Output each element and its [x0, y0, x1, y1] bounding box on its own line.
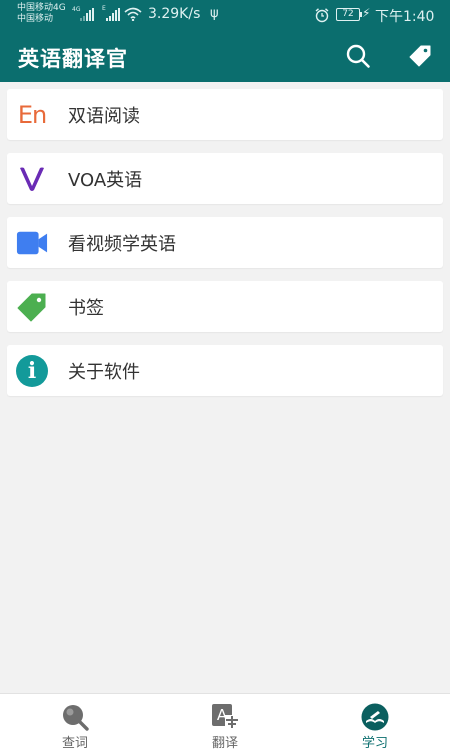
usb-icon: ψ [210, 6, 219, 21]
info-icon: i [16, 354, 48, 387]
tab-study[interactable]: 学习 [300, 694, 450, 750]
bottom-navigation: 查词 A 翻译 学习 [0, 693, 450, 750]
tab-label: 翻译 [211, 736, 238, 750]
status-bar: 中国移动4G 中国移动 4G E 3.29K/s ψ 72 ⚡ 下午1:40 [0, 0, 450, 30]
carrier-info: 中国移动4G 中国移动 [17, 3, 66, 25]
tab-label: 查词 [61, 736, 88, 750]
tab-label: 学习 [361, 736, 388, 750]
signal-strength-icon [80, 8, 94, 21]
app-bar: 英语翻译官 [0, 30, 450, 82]
menu-item-label: 书签 [68, 297, 104, 319]
menu-item-label: VOA英语 [68, 169, 143, 191]
status-time: 下午1:40 [375, 9, 435, 25]
tag-icon [409, 45, 431, 67]
video-camera-icon [16, 227, 48, 259]
battery-indicator: 72 [336, 8, 362, 21]
signal-strength-2-icon [106, 8, 120, 21]
tab-lookup[interactable]: 查词 [0, 694, 150, 750]
charging-icon: ⚡ [362, 6, 371, 20]
menu-item-bilingual-reading[interactable]: En 双语阅读 [7, 89, 443, 140]
carrier-1: 中国移动4G [17, 3, 66, 13]
wifi-icon [124, 7, 142, 21]
carrier-2: 中国移动 [17, 14, 54, 24]
tab-translate[interactable]: A 翻译 [150, 694, 300, 750]
menu-item-label: 看视频学英语 [68, 233, 176, 255]
en-logo-icon: En [17, 100, 47, 129]
search-button[interactable] [343, 41, 373, 71]
lookup-magnifier-icon [63, 705, 89, 731]
search-icon [346, 44, 370, 68]
network-speed: 3.29K/s [148, 6, 201, 22]
study-book-icon [361, 703, 389, 731]
bookmark-button[interactable] [405, 41, 435, 71]
app-title: 英语翻译官 [18, 47, 128, 71]
menu-item-about[interactable]: i 关于软件 [7, 345, 443, 396]
menu-item-bookmarks[interactable]: 书签 [7, 281, 443, 332]
menu-item-video-english[interactable]: 看视频学英语 [7, 217, 443, 268]
menu-item-voa-english[interactable]: VOA英语 [7, 153, 443, 204]
menu-item-label: 关于软件 [68, 361, 140, 383]
bookmark-tag-icon [16, 291, 48, 323]
voa-logo-icon [16, 163, 48, 195]
translate-icon: A [211, 703, 239, 731]
menu-item-label: 双语阅读 [68, 105, 140, 127]
alarm-clock-icon [315, 8, 329, 23]
feature-menu: En 双语阅读 VOA英语 看视频学英语 书签 i 关于软件 [7, 89, 443, 409]
